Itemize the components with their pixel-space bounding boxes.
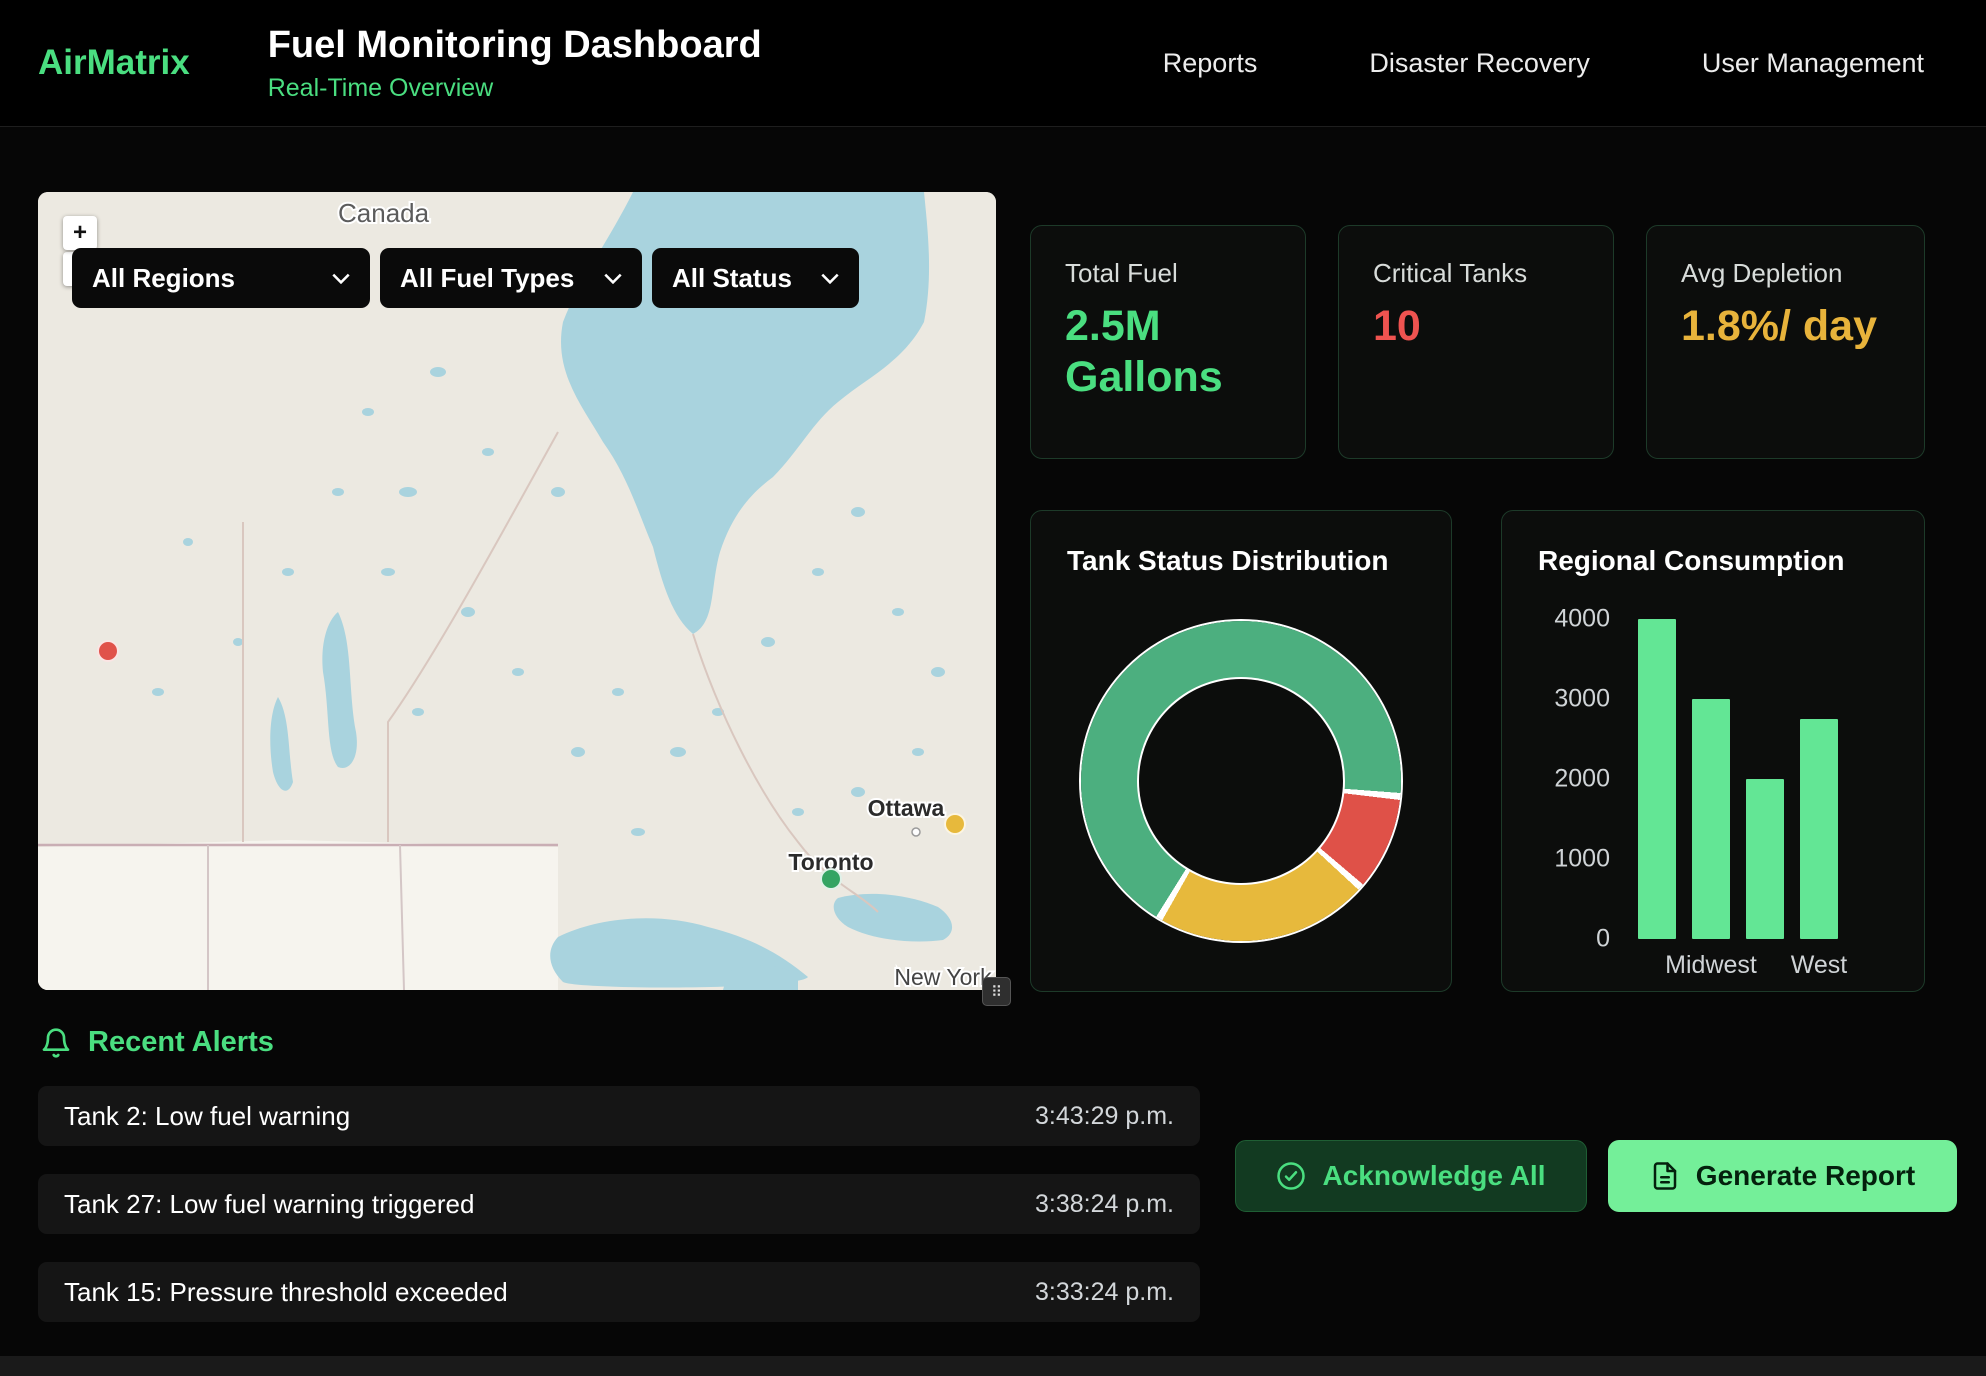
nav-item-disaster-recovery[interactable]: Disaster Recovery bbox=[1369, 48, 1590, 79]
y-axis: 4000 3000 2000 1000 0 bbox=[1546, 619, 1610, 939]
stat-value: 2.5M Gallons bbox=[1065, 301, 1271, 402]
alert-message: Tank 27: Low fuel warning triggered bbox=[64, 1189, 474, 1220]
title-block: Fuel Monitoring Dashboard Real-Time Over… bbox=[268, 24, 762, 103]
alert-message: Tank 2: Low fuel warning bbox=[64, 1101, 350, 1132]
stat-value: 1.8%/ day bbox=[1681, 301, 1890, 352]
fuel-type-filter-label: All Fuel Types bbox=[400, 263, 574, 294]
page-subtitle: Real-Time Overview bbox=[268, 74, 762, 103]
bar bbox=[1692, 699, 1730, 939]
map-panel: Canada Ottawa Toronto New York + − All R… bbox=[38, 192, 996, 990]
bar-column: Midwest bbox=[1692, 619, 1730, 939]
acknowledge-all-button[interactable]: Acknowledge All bbox=[1235, 1140, 1587, 1212]
map-label-new-york: New York bbox=[894, 964, 992, 990]
generate-report-label: Generate Report bbox=[1696, 1160, 1915, 1192]
chart-title: Regional Consumption bbox=[1502, 511, 1924, 577]
map-us-region bbox=[38, 840, 558, 990]
alert-time: 3:43:29 p.m. bbox=[1035, 1102, 1174, 1131]
y-axis-label: 2000 bbox=[1554, 765, 1610, 794]
nav-item-reports[interactable]: Reports bbox=[1163, 48, 1258, 79]
stat-card-critical-tanks: Critical Tanks 10 bbox=[1338, 225, 1614, 459]
generate-report-button[interactable]: Generate Report bbox=[1608, 1140, 1957, 1212]
nav-item-user-management[interactable]: User Management bbox=[1702, 48, 1924, 79]
drag-handle-icon[interactable]: ⠿ bbox=[982, 977, 1011, 1006]
bar-column bbox=[1746, 619, 1784, 939]
chevron-down-icon bbox=[821, 273, 839, 284]
bars-area: Midwest West bbox=[1638, 619, 1838, 939]
map-filters: All Regions All Fuel Types All Status bbox=[72, 248, 859, 308]
chevron-down-icon bbox=[604, 273, 622, 284]
bar-column bbox=[1638, 619, 1676, 939]
tank-marker-normal[interactable] bbox=[820, 868, 842, 890]
y-axis-label: 4000 bbox=[1554, 605, 1610, 634]
alert-time: 3:38:24 p.m. bbox=[1035, 1190, 1174, 1219]
bar bbox=[1638, 619, 1676, 939]
fuel-monitoring-dashboard: AirMatrix Fuel Monitoring Dashboard Real… bbox=[0, 0, 1986, 1376]
bell-icon bbox=[40, 1027, 72, 1059]
region-filter-dropdown[interactable]: All Regions bbox=[72, 248, 370, 308]
donut-chart bbox=[1081, 621, 1401, 941]
check-circle-icon bbox=[1276, 1161, 1306, 1191]
alert-message: Tank 15: Pressure threshold exceeded bbox=[64, 1277, 508, 1308]
stat-label: Avg Depletion bbox=[1681, 258, 1890, 289]
page-title: Fuel Monitoring Dashboard bbox=[268, 24, 762, 67]
zoom-in-button[interactable]: + bbox=[63, 216, 97, 250]
alerts-heading-label: Recent Alerts bbox=[88, 1026, 274, 1059]
bottom-bar bbox=[0, 1356, 1986, 1376]
map-label-ottawa: Ottawa bbox=[868, 795, 945, 821]
bar bbox=[1746, 779, 1784, 939]
y-axis-label: 0 bbox=[1596, 925, 1610, 954]
bar-column: West bbox=[1800, 619, 1838, 939]
region-filter-label: All Regions bbox=[92, 263, 235, 294]
alert-row[interactable]: Tank 2: Low fuel warning 3:43:29 p.m. bbox=[38, 1086, 1200, 1146]
chart-title: Tank Status Distribution bbox=[1031, 511, 1451, 577]
status-filter-dropdown[interactable]: All Status bbox=[652, 248, 859, 308]
y-axis-label: 3000 bbox=[1554, 685, 1610, 714]
y-axis-label: 1000 bbox=[1554, 845, 1610, 874]
map-canvas[interactable]: Canada Ottawa Toronto New York bbox=[38, 192, 996, 990]
alerts-heading: Recent Alerts bbox=[40, 1026, 274, 1059]
chevron-down-icon bbox=[332, 273, 350, 284]
ottawa-town-dot bbox=[912, 828, 920, 836]
alert-time: 3:33:24 p.m. bbox=[1035, 1278, 1174, 1307]
tank-status-card: Tank Status Distribution bbox=[1030, 510, 1452, 992]
x-axis-label: West bbox=[1791, 951, 1848, 980]
main-nav: Reports Disaster Recovery User Managemen… bbox=[1163, 48, 1924, 79]
document-icon bbox=[1650, 1161, 1680, 1191]
app-logo[interactable]: AirMatrix bbox=[38, 43, 190, 83]
bar bbox=[1800, 719, 1838, 939]
stat-value: 10 bbox=[1373, 301, 1579, 352]
fuel-type-filter-dropdown[interactable]: All Fuel Types bbox=[380, 248, 642, 308]
regional-consumption-card: Regional Consumption 4000 3000 2000 1000… bbox=[1501, 510, 1925, 992]
top-bar: AirMatrix Fuel Monitoring Dashboard Real… bbox=[0, 0, 1986, 127]
tank-marker-critical[interactable] bbox=[97, 640, 119, 662]
stat-card-avg-depletion: Avg Depletion 1.8%/ day bbox=[1646, 225, 1925, 459]
stat-card-total-fuel: Total Fuel 2.5M Gallons bbox=[1030, 225, 1306, 459]
alert-row[interactable]: Tank 15: Pressure threshold exceeded 3:3… bbox=[38, 1262, 1200, 1322]
bar-chart: 4000 3000 2000 1000 0 Midwest bbox=[1546, 619, 1924, 939]
tank-marker-warning[interactable] bbox=[944, 813, 966, 835]
alert-row[interactable]: Tank 27: Low fuel warning triggered 3:38… bbox=[38, 1174, 1200, 1234]
x-axis-label: Midwest bbox=[1665, 951, 1757, 980]
status-filter-label: All Status bbox=[672, 263, 792, 294]
stat-label: Total Fuel bbox=[1065, 258, 1271, 289]
map-label-canada: Canada bbox=[338, 198, 430, 228]
acknowledge-all-label: Acknowledge All bbox=[1322, 1160, 1545, 1192]
stat-label: Critical Tanks bbox=[1373, 258, 1579, 289]
